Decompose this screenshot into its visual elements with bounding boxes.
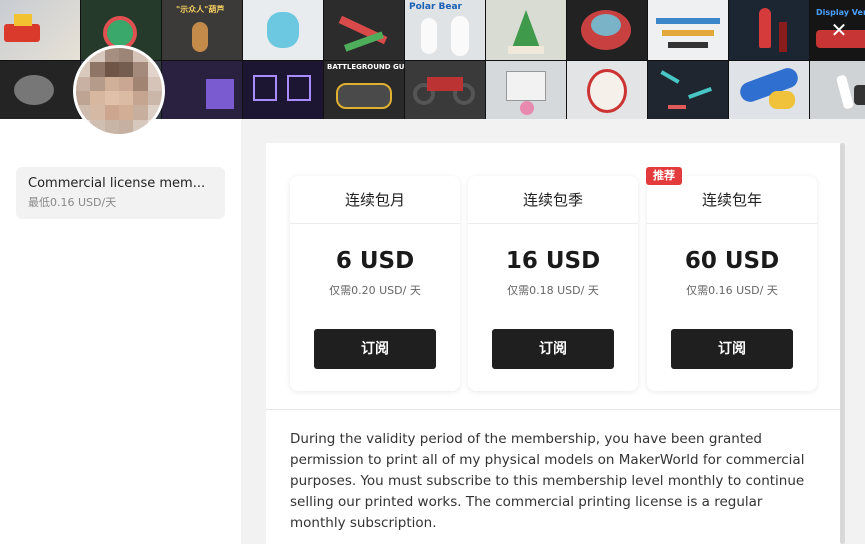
tier-daily-price: 仅需0.20 USD/ 天 (329, 284, 421, 297)
recommended-badge: 推荐 (646, 167, 682, 185)
banner-image: Polar Bear (405, 0, 485, 60)
tier-price: 6 USD (335, 248, 415, 274)
banner-image (405, 61, 485, 119)
banner-image (324, 0, 404, 60)
tier-card-yearly: 连续包年 60 USD 仅需0.16 USD/ 天 订阅 (647, 176, 817, 391)
banner-image (567, 0, 647, 60)
banner-image (0, 0, 80, 60)
membership-plan-item[interactable]: Commercial license mem... 最低0.16 USD/天 (16, 167, 225, 219)
banner-image (729, 61, 809, 119)
banner-image (243, 61, 323, 119)
banner-image (729, 0, 809, 60)
membership-description: During the validity period of the member… (290, 431, 805, 531)
divider (266, 409, 840, 410)
plan-title: Commercial license mem... (28, 176, 206, 191)
banner-image (486, 61, 566, 119)
subscribe-button-yearly[interactable]: 订阅 (671, 329, 793, 369)
scrollbar-thumb[interactable] (840, 143, 845, 544)
tier-name: 连续包季 (468, 176, 638, 224)
banner-image (648, 61, 728, 119)
subscribe-button-quarterly[interactable]: 订阅 (492, 329, 614, 369)
banner-image (0, 61, 80, 119)
subscribe-button-monthly[interactable]: 订阅 (314, 329, 436, 369)
banner-image (486, 0, 566, 60)
avatar (73, 45, 165, 137)
banner-image (648, 0, 728, 60)
tier-card-monthly: 连续包月 6 USD 仅需0.20 USD/ 天 订阅 (290, 176, 460, 391)
subscription-panel: 连续包月 6 USD 仅需0.20 USD/ 天 订阅 连续包季 16 USD … (266, 143, 840, 544)
tier-name: 连续包月 (290, 176, 460, 224)
banner-image (810, 61, 865, 119)
tier-price: 60 USD (684, 248, 780, 274)
close-icon[interactable]: ✕ (826, 17, 852, 43)
banner-image (162, 61, 242, 119)
plan-min-price: 最低0.16 USD/天 (28, 196, 117, 209)
banner-image (567, 61, 647, 119)
tier-daily-price: 仅需0.18 USD/ 天 (507, 284, 599, 297)
tier-daily-price: 仅需0.16 USD/ 天 (686, 284, 778, 297)
banner-image (243, 0, 323, 60)
banner-image: BATTLEGROUND GUARD (324, 61, 404, 119)
banner-image: "示众人"葫芦 (162, 0, 242, 60)
membership-sidebar: Commercial license mem... 最低0.16 USD/天 (0, 119, 241, 544)
tier-price: 16 USD (505, 248, 601, 274)
tier-card-quarterly: 连续包季 16 USD 仅需0.18 USD/ 天 订阅 (468, 176, 638, 391)
